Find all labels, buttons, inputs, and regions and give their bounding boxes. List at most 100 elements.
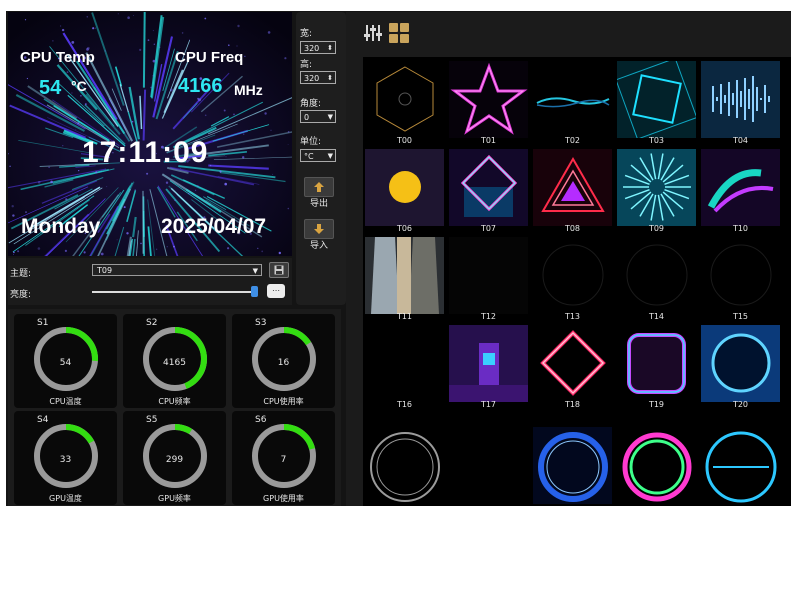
grid-icon[interactable]	[389, 23, 409, 43]
theme-thumbnail[interactable]	[449, 325, 528, 402]
theme-preview-image	[449, 61, 528, 138]
brightness-label: 亮度:	[10, 290, 32, 300]
height-input[interactable]: 320 ⬍	[300, 71, 336, 84]
theme-preview-image	[449, 237, 528, 314]
gauge-value: 33	[59, 455, 72, 465]
theme-name: T02	[564, 136, 581, 145]
cpu-freq-unit: MHz	[234, 82, 263, 98]
gauge-s4[interactable]: S4 33 GPU温度	[14, 411, 117, 505]
app-window: CPU Temp 54 °C CPU Freq 4166 MHz 17:11:0…	[6, 11, 791, 506]
theme-preview-image	[533, 61, 612, 138]
theme-thumbnail[interactable]	[449, 149, 528, 226]
theme-thumbnail[interactable]	[533, 237, 612, 314]
theme-thumbnail[interactable]	[365, 325, 444, 402]
gauge-s6[interactable]: S6 7 GPU使用率	[232, 411, 335, 505]
theme-name: T01	[480, 136, 497, 145]
gauge-name: GPU频率	[158, 494, 191, 503]
theme-preview: CPU Temp 54 °C CPU Freq 4166 MHz 17:11:0…	[8, 12, 292, 256]
arrow-up-icon	[314, 182, 324, 192]
theme-thumbnail[interactable]	[617, 61, 696, 138]
theme-thumbnail[interactable]	[365, 149, 444, 226]
import-button[interactable]	[304, 219, 334, 239]
theme-name: T09	[648, 224, 665, 233]
gauge-id: S4	[37, 415, 49, 425]
theme-thumbnail[interactable]	[365, 427, 444, 504]
theme-name: T15	[732, 312, 749, 321]
theme-thumbnail[interactable]	[617, 427, 696, 504]
theme-select[interactable]: T09 ▼	[92, 264, 262, 276]
arrow-down-icon	[314, 224, 324, 234]
theme-preview-image	[449, 325, 528, 402]
theme-name: T12	[480, 312, 497, 321]
theme-preview-image	[533, 149, 612, 226]
theme-thumbnail[interactable]	[701, 427, 780, 504]
theme-thumbnail[interactable]	[533, 427, 612, 504]
theme-thumbnail[interactable]	[533, 61, 612, 138]
theme-preview-image	[617, 149, 696, 226]
sliders-icon[interactable]	[364, 24, 382, 42]
gallery-toolbar	[346, 12, 791, 54]
theme-selected-value: T09	[97, 266, 113, 275]
theme-thumbnail[interactable]	[617, 325, 696, 402]
theme-thumbnail[interactable]	[617, 237, 696, 314]
unit-value: °C	[304, 152, 314, 161]
import-label: 导入	[309, 241, 328, 251]
gauge-s2[interactable]: S2 4165 CPU频率	[123, 314, 226, 408]
gauge-s1[interactable]: S1 54 CPU温度	[14, 314, 117, 408]
gauge-id: S5	[146, 415, 158, 425]
sensor-gauges-panel: S1 54 CPU温度 S2 4165 CPU频率 S3 16 CPU使用率 S4 33 GPU温度 S…	[8, 309, 341, 506]
chevron-down-icon: ▼	[252, 267, 258, 275]
theme-gallery: T00 T01 T02 T03 T04 T06 T07 T08 T09 T10 T11 T12 T13 T…	[346, 12, 791, 506]
settings-panel: 宽: 320 ⬍ 高: 320 ⬍ 角度: 0 ▼ 单位: °C ▼ 导出 导入	[296, 12, 346, 305]
unit-select[interactable]: °C ▼	[300, 149, 336, 162]
theme-name: T07	[480, 224, 497, 233]
theme-label: 主题:	[10, 269, 32, 279]
chevron-down-icon: ▼	[327, 152, 333, 160]
save-button[interactable]	[269, 262, 289, 278]
theme-name: T08	[564, 224, 581, 233]
clock-time: 17:11:09	[82, 136, 209, 169]
weekday: Monday	[21, 215, 101, 238]
width-value: 320	[304, 44, 320, 53]
theme-preview-image	[701, 427, 780, 504]
theme-thumbnail[interactable]	[533, 325, 612, 402]
theme-preview-image	[533, 237, 612, 314]
theme-thumbnail[interactable]	[701, 61, 780, 138]
theme-thumbnail[interactable]	[701, 237, 780, 314]
theme-thumbnail[interactable]	[365, 237, 444, 314]
theme-thumbnail[interactable]	[701, 149, 780, 226]
theme-preview-image	[701, 61, 780, 138]
theme-name: T14	[648, 312, 665, 321]
theme-grid: T00 T01 T02 T03 T04 T06 T07 T08 T09 T10 T11 T12 T13 T…	[363, 57, 791, 506]
theme-preview-image	[701, 237, 780, 314]
theme-preview-image	[533, 427, 612, 504]
theme-name: T19	[648, 400, 665, 409]
theme-name: T16	[396, 400, 413, 409]
gauge-id: S6	[255, 415, 267, 425]
width-input[interactable]: 320 ⬍	[300, 41, 336, 54]
brightness-slider-handle[interactable]	[251, 286, 258, 297]
cpu-freq-value: 4166	[178, 75, 223, 97]
theme-thumbnail[interactable]	[617, 149, 696, 226]
theme-thumbnail[interactable]	[533, 149, 612, 226]
export-label: 导出	[309, 199, 328, 209]
theme-thumbnail[interactable]	[449, 237, 528, 314]
theme-name: T18	[564, 400, 581, 409]
theme-name: T03	[648, 136, 665, 145]
save-icon	[274, 265, 284, 275]
gauge-name: CPU频率	[158, 397, 191, 406]
gauge-s3[interactable]: S3 16 CPU使用率	[232, 314, 335, 408]
brightness-options-button[interactable]: ⋯	[267, 284, 285, 298]
gauge-s5[interactable]: S5 299 GPU频率	[123, 411, 226, 505]
brightness-slider[interactable]	[92, 291, 258, 293]
angle-select[interactable]: 0 ▼	[300, 110, 336, 123]
theme-preview-image	[365, 427, 444, 504]
theme-thumbnail[interactable]	[365, 61, 444, 138]
spinner-icon: ⬍	[327, 44, 333, 52]
theme-thumbnail[interactable]	[449, 61, 528, 138]
theme-name: T04	[732, 136, 749, 145]
export-button[interactable]	[304, 177, 334, 197]
theme-name: T13	[564, 312, 581, 321]
theme-preview-image	[701, 149, 780, 226]
theme-thumbnail[interactable]	[701, 325, 780, 402]
